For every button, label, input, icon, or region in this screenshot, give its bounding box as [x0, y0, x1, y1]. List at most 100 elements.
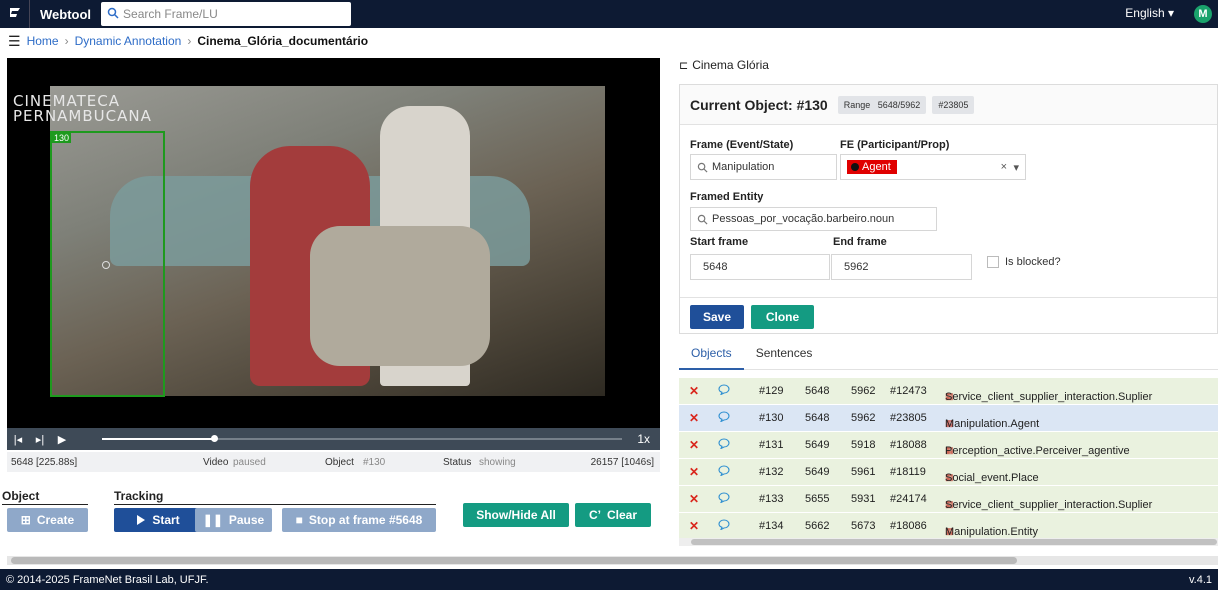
delete-icon[interactable]: ✕ — [689, 465, 699, 479]
comment-icon[interactable] — [718, 384, 730, 398]
person-shape — [310, 226, 490, 366]
bounding-box[interactable]: 130 — [50, 131, 165, 397]
plus-square-icon: ⊞ — [20, 513, 31, 527]
pause-button-label: Pause — [228, 513, 265, 527]
search-input[interactable]: Search Frame/LU — [101, 2, 352, 26]
framed-entity-input[interactable]: Pessoas_por_vocação.barbeiro.noun — [690, 207, 937, 231]
menu-icon[interactable]: ☰ — [8, 33, 21, 50]
tab-bar: Objects Sentences — [679, 340, 1218, 370]
create-button[interactable]: ⊞ Create — [7, 508, 88, 532]
logo-icon[interactable] — [0, 0, 30, 28]
delete-icon[interactable]: ✕ — [689, 492, 699, 506]
breadcrumb-section[interactable]: Dynamic Annotation — [75, 34, 182, 48]
object-fe-label: Service_client_supplier_interaction.Supl… — [945, 391, 1153, 403]
watermark-line2: PERNAMBUCANA — [13, 107, 152, 125]
search-icon — [107, 7, 123, 22]
fe-field-label: FE (Participant/Prop) — [840, 139, 950, 151]
pause-button[interactable]: ❚❚ Pause — [195, 508, 272, 532]
object-id: #133 — [759, 493, 784, 505]
stop-icon: ■ — [295, 513, 303, 527]
object-ref: #23805 — [890, 412, 927, 424]
comment-icon[interactable] — [718, 519, 730, 533]
clone-button[interactable]: Clone — [751, 305, 814, 329]
video-controls: |◂ ▸| ▶ 1x — [7, 428, 660, 450]
table-scrollbar-thumb[interactable] — [691, 539, 1217, 545]
progress-bar[interactable] — [102, 435, 622, 442]
play-icon[interactable]: ▶ — [51, 433, 73, 446]
object-end: 5918 — [851, 439, 876, 451]
object-fe-label: Service_client_supplier_interaction.Supl… — [945, 499, 1153, 511]
page-scrollbar-thumb[interactable] — [11, 557, 1017, 564]
chevron-right-icon: › — [64, 34, 69, 48]
breadcrumb-home[interactable]: Home — [27, 34, 59, 48]
top-bar: Webtool Search Frame/LU English ▾ M — [0, 0, 1218, 28]
search-icon — [697, 214, 708, 225]
table-row[interactable]: ✕ #130 5648 5962 #23805 ▦ Manipulation.Agent — [679, 405, 1218, 432]
fe-agent-label: Agent — [862, 161, 891, 173]
breadcrumb-current: Cinema_Glória_documentário — [197, 34, 369, 48]
object-start: 5655 — [805, 493, 830, 505]
object-end: 5962 — [851, 412, 876, 424]
bounding-box-handle[interactable] — [102, 261, 110, 269]
stop-at-frame-button[interactable]: ■ Stop at frame #5648 — [282, 508, 436, 532]
delete-icon[interactable]: ✕ — [689, 384, 699, 398]
document-title: ⊏ Cinema Glória — [679, 58, 769, 72]
comment-icon[interactable] — [718, 492, 730, 506]
object-ref: #18119 — [890, 466, 926, 478]
delete-icon[interactable]: ✕ — [689, 411, 699, 425]
frame-field-label: Frame (Event/State) — [690, 139, 794, 151]
start-frame-input[interactable]: 5648 — [690, 254, 830, 280]
language-label: English — [1125, 6, 1165, 20]
delete-icon[interactable]: ✕ — [689, 438, 699, 452]
avatar[interactable]: M — [1194, 5, 1212, 23]
table-scrollbar[interactable] — [679, 538, 1218, 546]
delete-icon[interactable]: ✕ — [689, 519, 699, 533]
start-button[interactable]: Start — [114, 508, 202, 532]
is-blocked-checkbox[interactable] — [987, 256, 999, 268]
range-badge: Range 5648/5962 — [837, 95, 927, 114]
app-name[interactable]: Webtool — [30, 7, 101, 22]
objects-table: ✕ #129 5648 5962 #12473 ▦ Service_client_suppl… — [679, 378, 1218, 540]
chevron-right-icon: › — [187, 34, 192, 48]
comment-icon[interactable] — [718, 465, 730, 479]
progress-knob[interactable] — [210, 435, 218, 442]
table-row[interactable]: ✕ #132 5649 5961 #18119 ▦ Social_event.Place — [679, 459, 1218, 486]
object-end: 5673 — [851, 520, 876, 532]
tracking-section-divider — [114, 504, 436, 505]
object-id-badge: #23805 — [932, 95, 975, 114]
comment-icon[interactable] — [718, 438, 730, 452]
playback-speed[interactable]: 1x — [637, 432, 650, 446]
table-row[interactable]: ✕ #129 5648 5962 #12473 ▦ Service_client_suppl… — [679, 378, 1218, 405]
show-hide-all-button[interactable]: Show/Hide All — [463, 503, 569, 527]
end-frame-input[interactable]: 5962 — [831, 254, 972, 280]
video-status-bar: 5648 [225.88s] Video paused Object #130 … — [7, 452, 660, 472]
status-frame-start: 5648 [225.88s] — [11, 456, 78, 468]
table-row[interactable]: ✕ #134 5662 5673 #18086 ▦ Manipulation.Entity — [679, 513, 1218, 540]
table-row[interactable]: ✕ #131 5649 5918 #18088 ▦ Perception_active.Pe… — [679, 432, 1218, 459]
clear-icon[interactable]: × — [1001, 161, 1007, 173]
chevron-down-icon[interactable]: ▾ — [1013, 161, 1019, 174]
object-end: 5961 — [851, 466, 876, 478]
object-ref: #24174 — [890, 493, 927, 505]
language-select[interactable]: English ▾ — [1125, 6, 1174, 20]
chevron-down-icon: ▾ — [1167, 6, 1174, 20]
skip-start-icon[interactable]: |◂ — [7, 433, 29, 446]
clear-button[interactable]: C’ Clear — [575, 503, 651, 527]
frame-input[interactable]: Manipulation — [690, 154, 837, 180]
save-button[interactable]: Save — [690, 305, 744, 329]
breadcrumb: ☰ Home › Dynamic Annotation › Cinema_Gló… — [0, 30, 368, 52]
comment-icon[interactable] — [718, 411, 730, 425]
framed-entity-label: Framed Entity — [690, 191, 764, 203]
fe-select[interactable]: Agent × ▾ — [840, 154, 1026, 180]
page-scrollbar[interactable] — [7, 556, 1218, 565]
tab-sentences[interactable]: Sentences — [744, 340, 825, 370]
object-start: 5649 — [805, 439, 830, 451]
footer-version: v.4.1 — [1188, 573, 1212, 586]
step-forward-icon[interactable]: ▸| — [29, 433, 51, 446]
table-row[interactable]: ✕ #133 5655 5931 #24174 ▦ Service_client_suppl… — [679, 486, 1218, 513]
status-object-value: #130 — [363, 456, 386, 468]
tab-objects[interactable]: Objects — [679, 340, 744, 370]
clear-button-label: Clear — [606, 508, 638, 522]
video-player[interactable]: CINEMATECA PERNAMBUCANA 130 — [7, 58, 660, 428]
status-status-value: showing — [479, 456, 516, 468]
